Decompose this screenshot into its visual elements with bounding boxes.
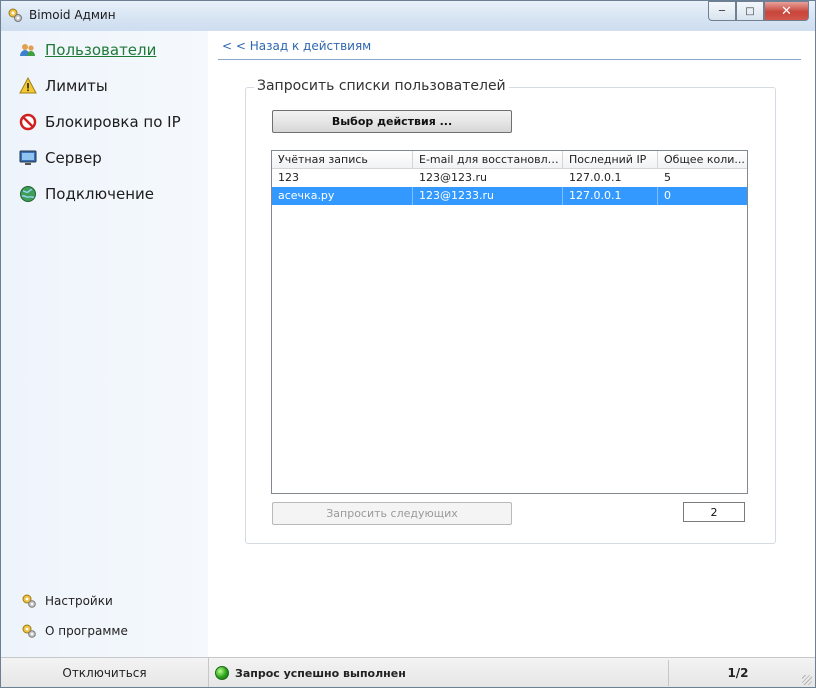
users-table: Учётная запись E-mail для восстановлен..… bbox=[271, 150, 748, 494]
column-header-account[interactable]: Учётная запись bbox=[272, 151, 413, 168]
sidebar-item-label: Блокировка по IP bbox=[45, 113, 181, 131]
status-message: Запрос успешно выполнен bbox=[215, 658, 406, 687]
table-cell: асечка.ру bbox=[272, 187, 413, 205]
sidebar-item-limits[interactable]: Лимиты bbox=[19, 75, 108, 97]
minimize-icon: ─ bbox=[718, 5, 726, 17]
globe-icon bbox=[19, 185, 37, 203]
table-header: Учётная запись E-mail для восстановлен..… bbox=[272, 151, 747, 169]
divider bbox=[218, 59, 801, 60]
sidebar-item-connection[interactable]: Подключение bbox=[19, 183, 154, 205]
sidebar-item-label: Сервер bbox=[45, 149, 102, 167]
block-icon bbox=[19, 113, 37, 131]
disconnect-button[interactable]: Отключиться bbox=[1, 658, 209, 687]
group-title: Запросить списки пользователей bbox=[254, 78, 509, 94]
status-ok-icon bbox=[215, 666, 229, 680]
disconnect-label: Отключиться bbox=[62, 666, 147, 680]
about-label: О программе bbox=[45, 624, 128, 638]
close-icon: ✕ bbox=[781, 3, 792, 19]
settings-link[interactable]: Настройки bbox=[21, 592, 113, 610]
table-row-selected[interactable]: асечка.ру 123@1233.ru 127.0.0.1 0 bbox=[272, 187, 747, 205]
back-to-actions-link[interactable]: < < Назад к действиям bbox=[222, 39, 371, 53]
table-cell: 127.0.0.1 bbox=[569, 171, 622, 184]
status-text: Запрос успешно выполнен bbox=[235, 666, 406, 680]
sidebar-item-server[interactable]: Сервер bbox=[19, 147, 102, 169]
users-icon bbox=[19, 41, 37, 59]
sidebar-item-label: Подключение bbox=[45, 185, 154, 203]
sidebar-item-label: Пользователи bbox=[45, 41, 157, 59]
monitor-icon bbox=[19, 149, 37, 167]
page-indicator: 1/2 bbox=[727, 666, 749, 680]
table-cell: 123 bbox=[278, 171, 299, 184]
title-bar[interactable]: Bimoid Админ ─ □ ✕ bbox=[1, 1, 815, 31]
gears-icon bbox=[22, 624, 36, 638]
warning-icon bbox=[19, 77, 37, 95]
app-gears-icon bbox=[8, 8, 22, 22]
choose-action-button[interactable]: Выбор действия ... bbox=[272, 110, 512, 133]
table-cell: 0 bbox=[664, 189, 671, 202]
resize-grip-icon[interactable] bbox=[802, 675, 812, 685]
main-panel: < < Назад к действиям Запросить списки п… bbox=[208, 31, 815, 657]
user-list-group: Запросить списки пользователей Выбор дей… bbox=[245, 78, 776, 544]
settings-label: Настройки bbox=[45, 594, 113, 608]
sidebar: Пользователи Лимиты Блокировка по IP Сер… bbox=[1, 31, 208, 657]
caption-buttons: ─ □ ✕ bbox=[708, 1, 809, 21]
column-header-email[interactable]: E-mail для восстановлен... bbox=[413, 151, 563, 168]
column-header-last-ip[interactable]: Последний IP bbox=[563, 151, 658, 168]
table-cell: 127.0.0.1 bbox=[563, 187, 658, 205]
request-next-button[interactable]: Запросить следующих bbox=[272, 502, 512, 525]
table-row[interactable]: 123 123@123.ru 127.0.0.1 5 bbox=[272, 169, 747, 187]
sidebar-item-users[interactable]: Пользователи bbox=[19, 39, 156, 61]
status-bar: Отключиться Запрос успешно выполнен 1/2 bbox=[1, 657, 815, 687]
minimize-button[interactable]: ─ bbox=[708, 1, 736, 21]
sidebar-item-ip-block[interactable]: Блокировка по IP bbox=[19, 111, 181, 133]
column-header-total[interactable]: Общее коли... bbox=[658, 151, 747, 168]
table-cell: 123@123.ru bbox=[419, 171, 487, 184]
sidebar-item-label: Лимиты bbox=[45, 77, 108, 95]
page-number-field[interactable] bbox=[683, 502, 745, 522]
about-link[interactable]: О программе bbox=[21, 622, 128, 640]
app-window: Bimoid Админ ─ □ ✕ Пользователи Лимиты Б… bbox=[0, 0, 816, 688]
maximize-button[interactable]: □ bbox=[736, 1, 764, 21]
maximize-icon: □ bbox=[745, 5, 755, 17]
close-button[interactable]: ✕ bbox=[764, 1, 809, 21]
window-title: Bimoid Админ bbox=[29, 8, 116, 22]
gears-icon bbox=[22, 594, 36, 608]
table-cell: 5 bbox=[664, 171, 671, 184]
table-cell: 123@1233.ru bbox=[413, 187, 563, 205]
